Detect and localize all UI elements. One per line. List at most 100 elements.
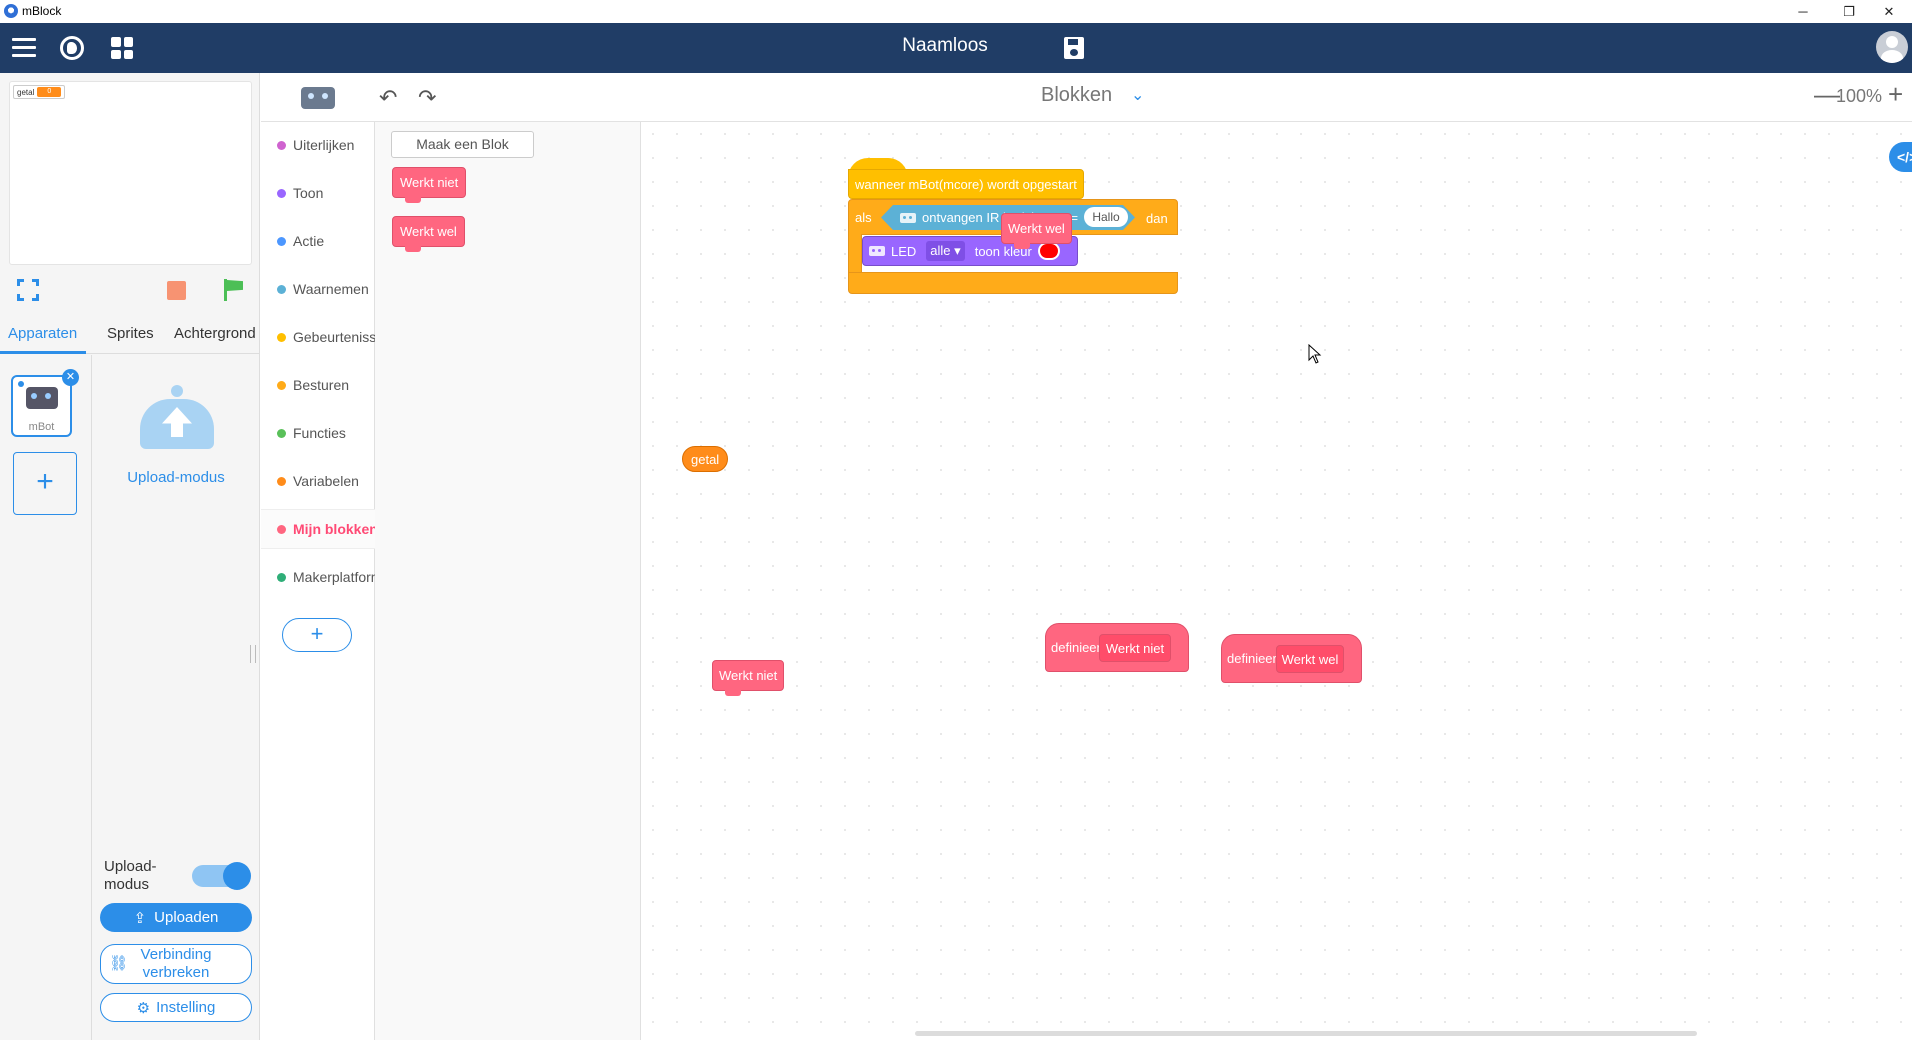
- upload-mode-label-line1: Upload-: [104, 858, 157, 875]
- block-palette: Maak een Blok Werkt niet Werkt wel: [375, 122, 641, 1040]
- category-uiterlijken[interactable]: Uiterlijken: [261, 125, 375, 165]
- variable-monitor: getal 0: [13, 85, 66, 99]
- mbot-icon: [869, 246, 885, 256]
- category-dot: [277, 188, 286, 198]
- palette-block-werkt-niet[interactable]: Werkt niet: [392, 167, 467, 203]
- tab-apparaten[interactable]: Apparaten: [8, 325, 77, 342]
- tab-achtergrond[interactable]: Achtergrond: [174, 325, 256, 342]
- remove-device-icon[interactable]: ✕: [62, 369, 79, 386]
- zoom-in-button[interactable]: +: [1888, 79, 1903, 110]
- horizontal-scrollbar[interactable]: [915, 1031, 1697, 1036]
- category-functies[interactable]: Functies: [261, 413, 375, 453]
- gear-icon: ⚙: [136, 999, 151, 1017]
- minimize-button[interactable]: ─: [1780, 0, 1826, 23]
- mblock-app-icon: [4, 4, 18, 18]
- canvas-block-werkt-niet[interactable]: Werkt niet: [712, 660, 785, 696]
- category-gebeurtenissen[interactable]: Gebeurtenissen: [261, 317, 375, 357]
- category-actie[interactable]: Actie: [261, 221, 375, 261]
- panel-resize-handle[interactable]: [250, 645, 256, 663]
- when-started-hat-block[interactable]: wanneer mBot(mcore) wordt opgestart: [848, 169, 1084, 199]
- editor-toolbar: ↶ ↷ Blokken ⌄ — 100% +: [261, 73, 1912, 122]
- category-makerplatform[interactable]: Makerplatform: [261, 557, 375, 597]
- window-titlebar: mBlock ─ ❐ ✕: [0, 0, 1912, 23]
- define-label: definieer: [1051, 640, 1101, 655]
- chevron-down-icon[interactable]: ⌄: [1131, 85, 1144, 105]
- dropdown-caret-icon: ▾: [954, 243, 961, 258]
- define-label: definieer: [1227, 651, 1277, 666]
- upload-mode-toggle[interactable]: [192, 862, 252, 890]
- close-window-button[interactable]: ✕: [1866, 0, 1912, 23]
- device-sprite-icon[interactable]: [301, 87, 335, 109]
- fullscreen-icon[interactable]: [17, 279, 39, 301]
- mouse-cursor-icon: [1308, 344, 1322, 364]
- mbot-icon: [900, 212, 916, 223]
- device-connected-dot: [18, 381, 24, 387]
- block-categories: Uiterlijken Toon Actie Waarnemen Gebeurt…: [261, 122, 375, 1040]
- settings-button[interactable]: ⚙ Instelling: [100, 993, 252, 1022]
- category-variabelen[interactable]: Variabelen: [261, 461, 375, 501]
- project-title[interactable]: Naamloos: [830, 35, 1060, 57]
- category-dot: [277, 332, 286, 342]
- upload-mode-label-line2: modus: [104, 876, 150, 893]
- variable-monitor-label: getal: [17, 87, 35, 97]
- globe-icon[interactable]: [60, 36, 84, 60]
- script-canvas[interactable]: </> wanneer mBot(mcore) wordt opgestart …: [641, 122, 1912, 1040]
- editor-mode-select[interactable]: Blokken: [1041, 84, 1112, 107]
- menu-icon[interactable]: [12, 38, 36, 58]
- disconnect-button[interactable]: ⛓ Verbinding verbreken: [100, 944, 252, 984]
- mbot-icon: [26, 387, 58, 409]
- category-dot: [277, 476, 286, 486]
- settings-button-label: Instelling: [156, 999, 216, 1016]
- category-dot: [277, 524, 286, 534]
- redo-button[interactable]: ↷: [418, 85, 436, 111]
- led-target-dropdown[interactable]: alle ▾: [926, 241, 965, 261]
- category-dot: [277, 236, 286, 246]
- add-extension-button[interactable]: +: [282, 618, 352, 652]
- category-waarnemen[interactable]: Waarnemen: [261, 269, 375, 309]
- if-label: als: [855, 209, 872, 225]
- upload-icon: ⇪: [133, 909, 147, 927]
- then-label: dan: [1146, 210, 1168, 226]
- category-mijn-blokken[interactable]: Mijn blokken: [261, 509, 375, 549]
- led-label: LED: [891, 243, 917, 259]
- make-block-button[interactable]: Maak een Blok: [391, 131, 534, 158]
- left-tabs: Apparaten Sprites Achtergrond: [0, 318, 259, 354]
- device-list: mBot +: [0, 355, 92, 1040]
- upload-button[interactable]: ⇪ Uploaden: [100, 903, 252, 932]
- left-panel: getal 0 Apparaten Sprites Achtergrond mB…: [0, 73, 260, 1040]
- grid-icon[interactable]: [111, 37, 133, 59]
- save-icon[interactable]: [1064, 37, 1084, 59]
- category-dot: [277, 380, 286, 390]
- led-color-picker[interactable]: [1037, 242, 1060, 260]
- palette-block-werkt-wel[interactable]: Werkt wel: [392, 216, 465, 252]
- category-dot: [277, 428, 286, 438]
- undo-button[interactable]: ↶: [379, 85, 397, 111]
- device-name: mBot: [28, 421, 55, 433]
- user-avatar-icon[interactable]: [1876, 31, 1908, 63]
- category-toon[interactable]: Toon: [261, 173, 375, 213]
- category-besturen[interactable]: Besturen: [261, 365, 375, 405]
- if-block-foot: [848, 272, 1178, 294]
- upload-mode-caption: Upload-modus: [127, 469, 225, 486]
- code-view-toggle[interactable]: </>: [1889, 142, 1912, 172]
- device-card-mbot[interactable]: mBot: [11, 375, 72, 437]
- green-flag-icon[interactable]: [222, 279, 246, 303]
- canvas-block-werkt-wel[interactable]: Werkt wel: [1001, 213, 1072, 249]
- define-name-werkt-niet[interactable]: Werkt niet: [1099, 634, 1171, 662]
- if-block-arm: [848, 234, 862, 272]
- stop-icon[interactable]: [167, 281, 186, 300]
- category-dot: [277, 140, 286, 150]
- tab-sprites[interactable]: Sprites: [107, 325, 154, 342]
- app-header: Naamloos: [0, 23, 1912, 73]
- add-device-button[interactable]: +: [13, 452, 77, 515]
- window-title: mBlock: [22, 4, 62, 18]
- compare-value-input[interactable]: Hallo: [1084, 207, 1128, 227]
- equals-operator: =: [1071, 211, 1079, 225]
- zoom-level: 100%: [1836, 86, 1883, 106]
- link-icon: ⛓: [109, 955, 129, 972]
- category-dot: [277, 284, 286, 294]
- define-name-werkt-wel[interactable]: Werkt wel: [1276, 645, 1344, 673]
- stage-preview[interactable]: getal 0: [9, 81, 252, 265]
- active-tab-indicator: [0, 351, 86, 354]
- variable-reporter-getal[interactable]: getal: [682, 446, 729, 472]
